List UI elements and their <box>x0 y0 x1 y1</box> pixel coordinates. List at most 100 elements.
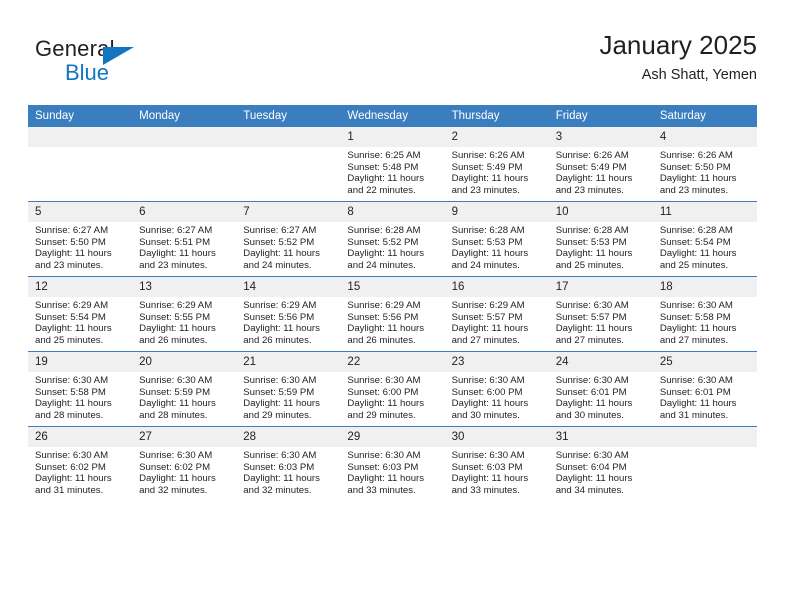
daylight-text: Daylight: 11 hours and 24 minutes. <box>243 248 320 271</box>
day-sun-info: Sunrise: 6:30 AM Sunset: 6:00 PM Daylight:… <box>340 372 444 421</box>
calendar-day-cell[interactable]: 21 Sunrise: 6:30 AM Sunset: 5:59 PM Dayligh… <box>236 351 341 427</box>
day-sun-info: Sunrise: 6:30 AM Sunset: 5:59 PM Daylight:… <box>132 372 236 421</box>
day-sun-info: Sunrise: 6:30 AM Sunset: 5:58 PM Daylight:… <box>653 297 757 346</box>
sunset-text: Sunset: 6:00 PM <box>451 386 523 398</box>
sunrise-text: Sunrise: 6:25 AM <box>347 150 421 161</box>
day-sun-info: Sunrise: 6:28 AM Sunset: 5:54 PM Daylight:… <box>653 222 757 271</box>
day-number: 22 <box>340 352 445 372</box>
sunset-text: Sunset: 5:49 PM <box>555 161 627 173</box>
day-sun-info: Sunrise: 6:28 AM Sunset: 5:52 PM Daylight:… <box>340 222 444 271</box>
calendar-body: 1 Sunrise: 6:25 AM Sunset: 5:48 PM Daylight… <box>28 127 757 501</box>
daylight-text: Daylight: 11 hours and 27 minutes. <box>451 323 529 346</box>
calendar-day-cell-empty <box>132 127 237 202</box>
calendar-day-cell-empty <box>236 127 341 202</box>
day-sun-info: Sunrise: 6:26 AM Sunset: 5:50 PM Daylight:… <box>653 147 757 196</box>
day-sun-info: Sunrise: 6:30 AM Sunset: 6:03 PM Daylight:… <box>236 447 340 496</box>
day-number <box>652 427 757 447</box>
calendar-day-cell[interactable]: 3 Sunrise: 6:26 AM Sunset: 5:49 PM Daylight… <box>548 127 653 202</box>
calendar-day-cell[interactable]: 28 Sunrise: 6:30 AM Sunset: 6:03 PM Dayligh… <box>236 426 341 501</box>
day-number: 1 <box>340 127 445 147</box>
day-sun-info: Sunrise: 6:30 AM Sunset: 5:59 PM Daylight:… <box>236 372 340 421</box>
calendar-day-cell[interactable]: 14 Sunrise: 6:29 AM Sunset: 5:56 PM Dayligh… <box>236 276 341 352</box>
calendar-week-row: 5 Sunrise: 6:27 AM Sunset: 5:50 PM Daylight… <box>28 201 757 277</box>
daylight-text: Daylight: 11 hours and 26 minutes. <box>347 323 425 346</box>
calendar-day-cell[interactable]: 4 Sunrise: 6:26 AM Sunset: 5:50 PM Daylight… <box>652 127 757 202</box>
daylight-text: Daylight: 11 hours and 33 minutes. <box>347 473 425 496</box>
day-sun-info: Sunrise: 6:30 AM Sunset: 6:03 PM Daylight:… <box>445 447 549 496</box>
day-number <box>236 127 341 147</box>
sunrise-text: Sunrise: 6:30 AM <box>555 375 629 386</box>
calendar-day-cell[interactable]: 9 Sunrise: 6:28 AM Sunset: 5:53 PM Daylight… <box>444 201 549 277</box>
calendar-day-cell[interactable]: 18 Sunrise: 6:30 AM Sunset: 5:58 PM Dayligh… <box>652 276 757 352</box>
calendar-day-cell[interactable]: 17 Sunrise: 6:30 AM Sunset: 5:57 PM Dayligh… <box>548 276 653 352</box>
day-sun-info: Sunrise: 6:26 AM Sunset: 5:49 PM Daylight:… <box>549 147 653 196</box>
calendar-day-cell[interactable]: 10 Sunrise: 6:28 AM Sunset: 5:53 PM Dayligh… <box>548 201 653 277</box>
day-number: 11 <box>652 202 757 222</box>
calendar-day-cell[interactable]: 5 Sunrise: 6:27 AM Sunset: 5:50 PM Daylight… <box>28 201 133 277</box>
sunset-text: Sunset: 5:58 PM <box>659 311 731 323</box>
day-number: 31 <box>548 427 653 447</box>
calendar-day-cell[interactable]: 25 Sunrise: 6:30 AM Sunset: 6:01 PM Dayligh… <box>652 351 757 427</box>
calendar-day-cell[interactable]: 7 Sunrise: 6:27 AM Sunset: 5:52 PM Daylight… <box>236 201 341 277</box>
brand-logo[interactable]: General Blue <box>35 36 215 92</box>
day-sun-info: Sunrise: 6:30 AM Sunset: 6:01 PM Daylight:… <box>653 372 757 421</box>
calendar-day-cell[interactable]: 26 Sunrise: 6:30 AM Sunset: 6:02 PM Dayligh… <box>28 426 133 501</box>
daylight-text: Daylight: 11 hours and 24 minutes. <box>451 248 529 271</box>
calendar-day-cell[interactable]: 13 Sunrise: 6:29 AM Sunset: 5:55 PM Dayligh… <box>132 276 237 352</box>
sunset-text: Sunset: 5:54 PM <box>35 311 106 323</box>
sunset-text: Sunset: 6:03 PM <box>451 461 523 473</box>
daylight-text: Daylight: 11 hours and 28 minutes. <box>35 398 112 421</box>
day-number: 6 <box>132 202 237 222</box>
day-number: 13 <box>132 277 237 297</box>
sunset-text: Sunset: 5:57 PM <box>555 311 627 323</box>
calendar-day-cell[interactable]: 20 Sunrise: 6:30 AM Sunset: 5:59 PM Dayligh… <box>132 351 237 427</box>
day-sun-info: Sunrise: 6:30 AM Sunset: 6:04 PM Daylight:… <box>549 447 653 496</box>
calendar-day-cell[interactable]: 15 Sunrise: 6:29 AM Sunset: 5:56 PM Dayligh… <box>340 276 445 352</box>
day-sun-info: Sunrise: 6:27 AM Sunset: 5:52 PM Daylight:… <box>236 222 340 271</box>
title-block: January 2025 Ash Shatt, Yemen <box>599 28 757 86</box>
calendar-day-cell[interactable]: 8 Sunrise: 6:28 AM Sunset: 5:52 PM Daylight… <box>340 201 445 277</box>
calendar-day-cell[interactable]: 2 Sunrise: 6:26 AM Sunset: 5:49 PM Daylight… <box>444 127 549 202</box>
day-number: 4 <box>652 127 757 147</box>
sunset-text: Sunset: 5:53 PM <box>451 236 523 248</box>
daylight-text: Daylight: 11 hours and 22 minutes. <box>347 173 425 196</box>
daylight-text: Daylight: 11 hours and 31 minutes. <box>35 473 112 496</box>
day-number: 28 <box>236 427 341 447</box>
sunset-text: Sunset: 5:53 PM <box>555 236 627 248</box>
sunset-text: Sunset: 6:04 PM <box>555 461 627 473</box>
calendar-day-cell[interactable]: 22 Sunrise: 6:30 AM Sunset: 6:00 PM Dayligh… <box>340 351 445 427</box>
day-sun-info: Sunrise: 6:30 AM Sunset: 6:00 PM Daylight:… <box>445 372 549 421</box>
calendar-day-cell[interactable]: 30 Sunrise: 6:30 AM Sunset: 6:03 PM Dayligh… <box>444 426 549 501</box>
calendar-day-cell-empty <box>652 426 757 501</box>
sunrise-text: Sunrise: 6:26 AM <box>555 150 629 161</box>
day-sun-info: Sunrise: 6:27 AM Sunset: 5:50 PM Daylight:… <box>28 222 132 271</box>
brand-name-bottom: Blue <box>65 60 110 85</box>
calendar-day-cell[interactable]: 29 Sunrise: 6:30 AM Sunset: 6:03 PM Dayligh… <box>340 426 445 501</box>
calendar-day-cell[interactable]: 11 Sunrise: 6:28 AM Sunset: 5:54 PM Dayligh… <box>652 201 757 277</box>
sunrise-text: Sunrise: 6:27 AM <box>243 225 317 236</box>
day-number: 30 <box>444 427 549 447</box>
weekday-header-tuesday: Tuesday <box>236 105 341 127</box>
calendar-day-cell-empty <box>28 127 133 202</box>
calendar-day-cell[interactable]: 16 Sunrise: 6:29 AM Sunset: 5:57 PM Dayligh… <box>444 276 549 352</box>
calendar-day-cell[interactable]: 1 Sunrise: 6:25 AM Sunset: 5:48 PM Daylight… <box>340 127 445 202</box>
day-number: 24 <box>548 352 653 372</box>
calendar-day-cell[interactable]: 31 Sunrise: 6:30 AM Sunset: 6:04 PM Dayligh… <box>548 426 653 501</box>
day-number: 2 <box>444 127 549 147</box>
page-subtitle: Ash Shatt, Yemen <box>641 67 757 83</box>
calendar-day-cell[interactable]: 23 Sunrise: 6:30 AM Sunset: 6:00 PM Dayligh… <box>444 351 549 427</box>
calendar-day-cell[interactable]: 24 Sunrise: 6:30 AM Sunset: 6:01 PM Dayligh… <box>548 351 653 427</box>
calendar-day-cell[interactable]: 27 Sunrise: 6:30 AM Sunset: 6:02 PM Dayligh… <box>132 426 237 501</box>
calendar-day-cell[interactable]: 19 Sunrise: 6:30 AM Sunset: 5:58 PM Dayligh… <box>28 351 133 427</box>
calendar-day-cell[interactable]: 12 Sunrise: 6:29 AM Sunset: 5:54 PM Dayligh… <box>28 276 133 352</box>
sunrise-text: Sunrise: 6:30 AM <box>451 450 525 461</box>
sunset-text: Sunset: 5:50 PM <box>35 236 106 248</box>
day-sun-info: Sunrise: 6:29 AM Sunset: 5:54 PM Daylight:… <box>28 297 132 346</box>
calendar-day-cell[interactable]: 6 Sunrise: 6:27 AM Sunset: 5:51 PM Daylight… <box>132 201 237 277</box>
calendar-week-row: 12 Sunrise: 6:29 AM Sunset: 5:54 PM Dayligh… <box>28 276 757 352</box>
daylight-text: Daylight: 11 hours and 23 minutes. <box>139 248 216 271</box>
sunset-text: Sunset: 5:59 PM <box>243 386 315 398</box>
sunrise-text: Sunrise: 6:30 AM <box>35 450 109 461</box>
day-sun-info: Sunrise: 6:29 AM Sunset: 5:55 PM Daylight:… <box>132 297 236 346</box>
daylight-text: Daylight: 11 hours and 32 minutes. <box>139 473 216 496</box>
